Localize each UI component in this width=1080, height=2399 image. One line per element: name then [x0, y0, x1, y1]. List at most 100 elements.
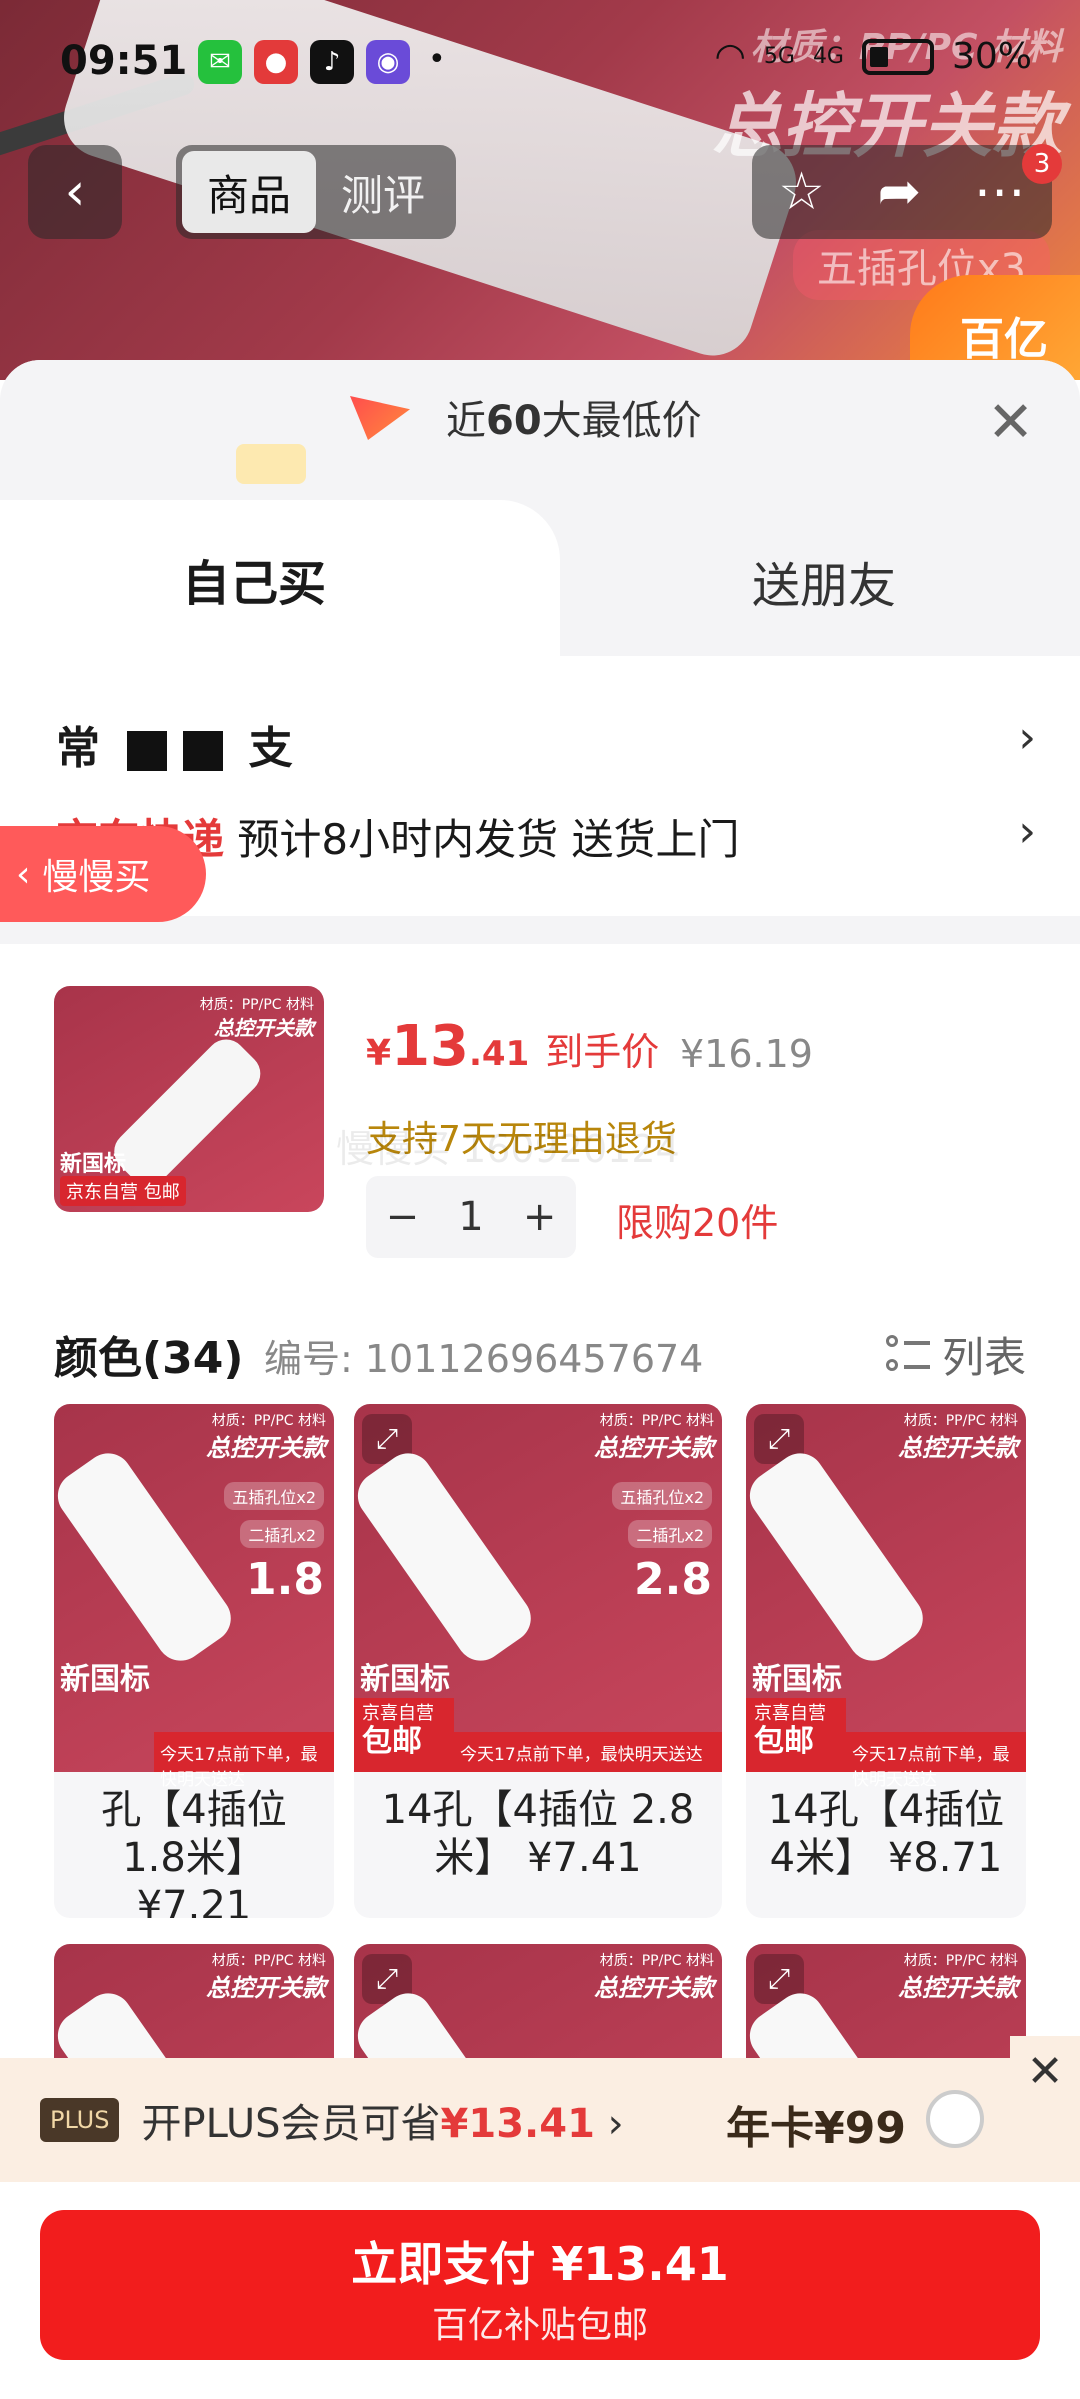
- address-mask: [127, 731, 168, 771]
- variant-image: 材质：PP/PC 材料 总控开关款 五插孔位x2 二插孔x2 1.8 新国标 今…: [54, 1404, 334, 1790]
- variant-plug: [354, 1444, 541, 1671]
- more-icon[interactable]: ⋯: [974, 162, 1026, 222]
- variant-shipping: 今天17点前下单，最快明天送达: [846, 1732, 1026, 1790]
- status-right: ◠ 5G 4G 30%: [714, 36, 1032, 77]
- variant-standard: 新国标: [360, 1662, 450, 1697]
- variant-name: 14孔【4插位 2.8米】 ¥7.41: [381, 1787, 695, 1881]
- notification-icons: ✉ ● ♪ ◉: [198, 40, 410, 84]
- pay-now-button[interactable]: 立即支付 ¥13.41 百亿补贴包邮: [40, 2210, 1040, 2360]
- plus-icon[interactable]: +: [523, 1194, 557, 1240]
- notification-badge: 3: [1022, 144, 1062, 184]
- plus-text-label: 开PLUS会员可省: [141, 2101, 441, 2147]
- variant-material: 材质：PP/PC 材料: [599, 1413, 714, 1429]
- list-view-toggle[interactable]: 列表: [885, 1324, 1026, 1385]
- tab-buy-self[interactable]: 自己买: [0, 500, 560, 656]
- notice-faint-icon: [236, 444, 306, 484]
- chevron-left-icon: ‹: [16, 853, 31, 895]
- variant-headline: 总控开关款: [206, 1974, 326, 2002]
- thumb-material: 材质：PP/PC 材料: [199, 997, 314, 1013]
- plus-radio[interactable]: [926, 2090, 984, 2148]
- battery-percent: 30%: [951, 36, 1032, 77]
- app-notif2-icon: ◉: [366, 40, 410, 84]
- thumb-plug: [105, 1031, 269, 1194]
- quantity-value[interactable]: 1: [458, 1194, 483, 1240]
- chevron-right-icon[interactable]: ›: [1018, 712, 1036, 763]
- star-icon[interactable]: ☆: [778, 162, 825, 222]
- variant-headline: 总控开关款: [594, 1434, 714, 1462]
- slow-buy-button[interactable]: ‹ 慢慢买: [0, 826, 206, 922]
- thumb-headline: 总控开关款: [214, 1016, 314, 1040]
- plus-savings: ¥13.41: [440, 2101, 595, 2147]
- variant-spec: 二插孔x2: [628, 1520, 712, 1548]
- original-price: ¥16.19: [680, 1032, 813, 1076]
- signal-5g-icon: 5G: [763, 44, 795, 69]
- variant-material: 材质：PP/PC 材料: [903, 1953, 1018, 1969]
- variant-length: 2.8: [634, 1554, 712, 1605]
- slow-buy-label: 慢慢买: [42, 857, 151, 898]
- color-header: 颜色(34) 编号: 10112696457674 列表: [0, 1294, 1080, 1404]
- address-line: 常 支: [56, 712, 295, 776]
- nav-actions: ☆ ➦ ⋯: [752, 145, 1052, 239]
- back-button[interactable]: ‹: [28, 145, 122, 239]
- jingxi-bottom: 包邮: [362, 1723, 422, 1759]
- variant-headline: 总控开关款: [594, 1974, 714, 2002]
- tab-product[interactable]: 商品: [182, 151, 316, 233]
- list-icon: [885, 1333, 930, 1377]
- variant-headline: 总控开关款: [206, 1434, 326, 1462]
- price-currency: ¥: [366, 1033, 392, 1074]
- product-tabs: 商品 测评: [176, 145, 456, 239]
- price-decimal: .41: [469, 1034, 530, 1074]
- more-notifications-dot: •: [428, 42, 446, 77]
- notice-prefix: 近: [446, 398, 486, 444]
- variant-material: 材质：PP/PC 材料: [211, 1953, 326, 1969]
- tab-send-friend[interactable]: 送朋友: [752, 546, 896, 616]
- watermark: 慢慢买 160920124: [336, 1127, 680, 1171]
- purchase-limit: 限购20件: [616, 1201, 779, 1245]
- jingxi-badge: 京喜自营 包邮: [354, 1698, 454, 1772]
- page: 材质：PP/PC 材料 总控开关款 五插孔位x3 百亿 09:51 ✉ ● ♪ …: [0, 0, 1080, 2399]
- notice-suffix: 大最低价: [541, 398, 702, 444]
- variant-plug: [746, 1444, 933, 1671]
- variant-card[interactable]: ⤢ 材质：PP/PC 材料 总控开关款 五插孔位x2 二插孔x2 2.8 新国标…: [354, 1404, 722, 1918]
- pay-now-label: 立即支付 ¥13.41: [351, 2237, 729, 2291]
- buy-mode-tabs: 自己买 送朋友: [0, 500, 1080, 656]
- plus-promo-bar[interactable]: PLUS 开PLUS会员可省¥13.41 › 年卡¥99 ✕: [0, 2036, 1080, 2182]
- address-suffix: 支: [248, 723, 295, 774]
- wifi-icon: ◠: [714, 36, 746, 77]
- price-label: 到手价: [545, 1030, 660, 1074]
- chevron-right-icon[interactable]: ›: [1018, 806, 1036, 857]
- product-thumbnail[interactable]: 材质：PP/PC 材料 总控开关款 新国标 京东自营 包邮: [54, 986, 324, 1212]
- jingxi-top: 京喜自营: [754, 1703, 826, 1724]
- product-code: 编号: 10112696457674: [264, 1337, 704, 1381]
- notice-text: 近60大最低价: [446, 388, 702, 446]
- tab-review[interactable]: 测评: [316, 151, 450, 233]
- list-view-label: 列表: [941, 1333, 1026, 1382]
- variant-headline: 总控开关款: [898, 1434, 1018, 1462]
- tiktok-icon: ♪: [310, 40, 354, 84]
- signal-4g-icon: 4G: [812, 44, 844, 69]
- variant-shipping: 今天17点前下单，最快明天送达: [454, 1732, 722, 1772]
- final-price: ¥13.41 到手价: [366, 1014, 659, 1079]
- wechat-icon: ✉: [198, 40, 242, 84]
- close-icon[interactable]: ✕: [1010, 2036, 1080, 2106]
- variant-name: 14孔【4插位 4米】 ¥8.71: [767, 1787, 1005, 1881]
- tab-buy-self-label: 自己买: [182, 556, 327, 612]
- plus-annual-price: 年卡¥99: [726, 2103, 906, 2154]
- variant-grid: 材质：PP/PC 材料 总控开关款 五插孔位x2 二插孔x2 1.8 新国标 今…: [0, 1404, 1080, 2104]
- address-prefix: 常: [56, 723, 102, 774]
- variant-card[interactable]: 材质：PP/PC 材料 总控开关款 五插孔位x2 二插孔x2 1.8 新国标 今…: [54, 1404, 334, 1918]
- variant-plug: [54, 1444, 241, 1671]
- variant-card[interactable]: ⤢ 材质：PP/PC 材料 总控开关款 新国标 京喜自营 包邮 今天17点前下单，…: [746, 1404, 1026, 1918]
- jingxi-top: 京喜自营: [362, 1703, 434, 1724]
- plus-tag: PLUS: [40, 2098, 120, 2142]
- variant-material: 材质：PP/PC 材料: [903, 1413, 1018, 1429]
- share-icon[interactable]: ➦: [878, 162, 922, 222]
- chevron-left-icon: ‹: [64, 162, 86, 222]
- variant-standard: 新国标: [60, 1662, 150, 1697]
- close-icon[interactable]: ✕: [987, 390, 1034, 455]
- pay-subsidy-label: 百亿补贴包邮: [431, 2305, 648, 2346]
- flag-icon: [350, 396, 410, 440]
- jingxi-badge: 京喜自营 包邮: [746, 1698, 846, 1772]
- minus-icon[interactable]: −: [386, 1194, 420, 1240]
- variant-spec: 五插孔位x2: [224, 1482, 324, 1510]
